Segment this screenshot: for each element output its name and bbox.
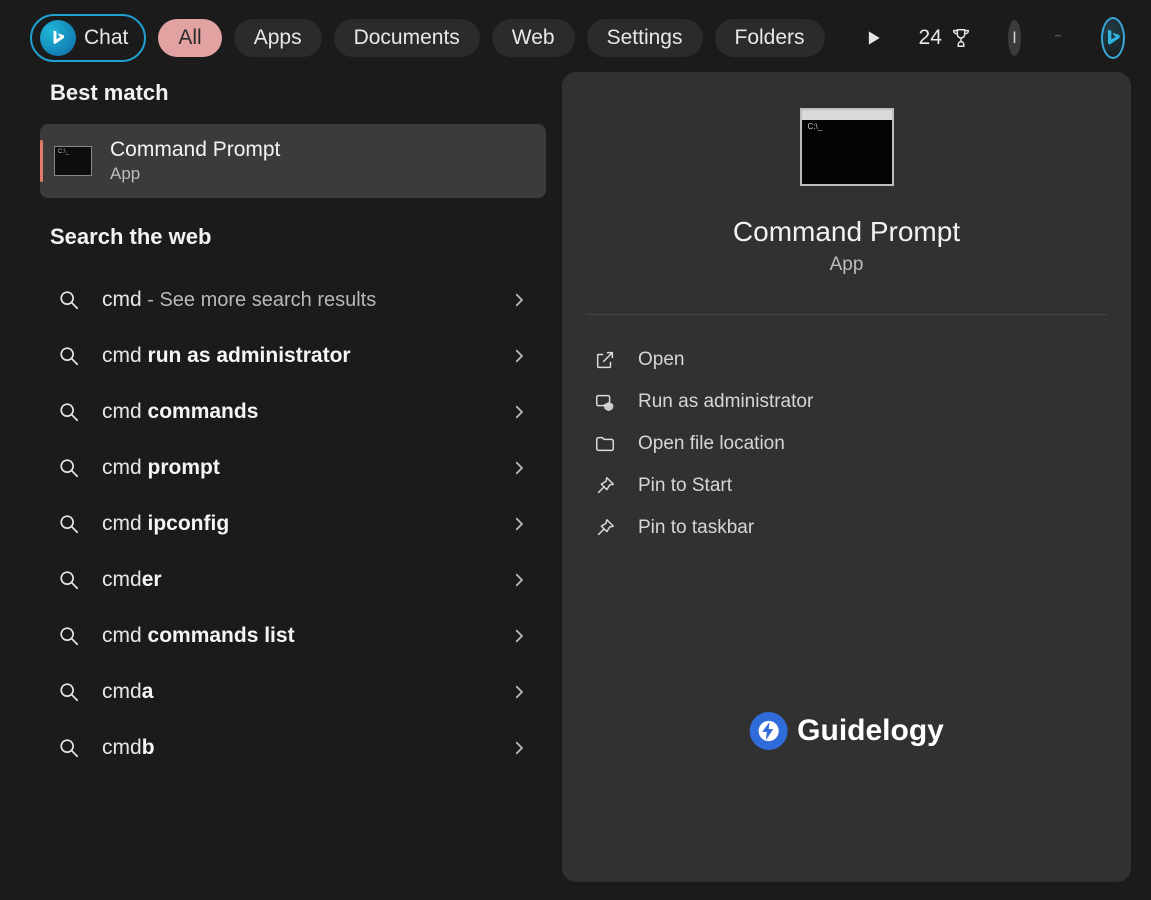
preview-app-icon: C:\_ (800, 108, 894, 186)
search-icon (58, 289, 80, 311)
play-icon[interactable] (863, 26, 883, 50)
bing-chat-button[interactable] (1101, 17, 1125, 59)
lightning-icon (749, 712, 787, 750)
web-result[interactable]: cmdb (36, 720, 546, 776)
tab-web[interactable]: Web (492, 19, 575, 56)
web-result[interactable]: cmd commands (36, 384, 546, 440)
chevron-right-icon (510, 347, 528, 365)
chevron-right-icon (510, 739, 528, 757)
cmd-icon: C:\_ (54, 146, 92, 176)
user-avatar[interactable]: I (1008, 20, 1021, 56)
tab-apps[interactable]: Apps (234, 19, 322, 56)
action-open-file-location[interactable]: Open file location (586, 423, 1107, 465)
search-icon (58, 625, 80, 647)
web-result-label: cmd commands list (102, 624, 488, 648)
rewards-indicator[interactable]: 24 (919, 26, 972, 50)
chevron-right-icon (510, 627, 528, 645)
best-match-title: Command Prompt (110, 138, 280, 162)
chevron-right-icon (510, 571, 528, 589)
action-label: Open file location (638, 433, 785, 455)
web-result[interactable]: cmd prompt (36, 440, 546, 496)
pin-icon (594, 475, 616, 497)
tab-chat[interactable]: Chat (30, 14, 146, 62)
tab-all[interactable]: All (158, 19, 221, 56)
action-run-as-administrator[interactable]: Run as administrator (586, 381, 1107, 423)
search-icon (58, 681, 80, 703)
search-icon (58, 737, 80, 759)
preview-subtitle: App (586, 254, 1107, 276)
section-best-match: Best match (50, 80, 532, 106)
chevron-right-icon (510, 291, 528, 309)
search-icon (58, 457, 80, 479)
action-label: Open (638, 349, 684, 371)
trophy-icon (950, 27, 972, 49)
web-result[interactable]: cmder (36, 552, 546, 608)
admin-icon (594, 391, 616, 413)
web-result[interactable]: cmd ipconfig (36, 496, 546, 552)
web-result-label: cmd run as administrator (102, 344, 488, 368)
web-result[interactable]: cmd commands list (36, 608, 546, 664)
tab-documents[interactable]: Documents (334, 19, 480, 56)
web-result[interactable]: cmd run as administrator (36, 328, 546, 384)
web-result-label: cmd commands (102, 400, 488, 424)
chevron-right-icon (510, 459, 528, 477)
divider (586, 314, 1107, 315)
preview-panel: C:\_ Command Prompt App Open Run as admin… (562, 72, 1131, 882)
action-pin-to-start[interactable]: Pin to Start (586, 465, 1107, 507)
watermark: Guidelogy (749, 712, 944, 750)
chevron-right-icon (510, 515, 528, 533)
more-button[interactable] (1047, 20, 1069, 56)
web-result[interactable]: cmd - See more search results (36, 272, 546, 328)
rewards-points: 24 (919, 26, 942, 50)
web-result-label: cmder (102, 568, 488, 592)
web-result-label: cmd - See more search results (102, 288, 488, 312)
pin-icon (594, 517, 616, 539)
bing-icon (40, 20, 76, 56)
top-tab-bar: Chat All Apps Documents Web Settings Fol… (0, 0, 1151, 72)
chevron-right-icon (510, 403, 528, 421)
web-result-label: cmdb (102, 736, 488, 760)
folder-icon (594, 433, 616, 455)
action-pin-to-taskbar[interactable]: Pin to taskbar (586, 507, 1107, 549)
action-label: Pin to Start (638, 475, 732, 497)
bing-icon (1103, 28, 1123, 48)
web-result-label: cmda (102, 680, 488, 704)
web-results-list: cmd - See more search results cmd run as … (36, 272, 546, 776)
action-label: Pin to taskbar (638, 517, 754, 539)
ellipsis-icon (1047, 35, 1069, 41)
search-icon (58, 569, 80, 591)
web-result-label: cmd ipconfig (102, 512, 488, 536)
actions-list: Open Run as administrator Open file locati… (586, 339, 1107, 549)
preview-title: Command Prompt (586, 216, 1107, 248)
chevron-right-icon (510, 683, 528, 701)
best-match-subtitle: App (110, 164, 280, 184)
section-search-web: Search the web (50, 224, 532, 250)
web-result[interactable]: cmda (36, 664, 546, 720)
tab-folders[interactable]: Folders (715, 19, 825, 56)
action-label: Run as administrator (638, 391, 813, 413)
best-match-result[interactable]: C:\_ Command Prompt App (40, 124, 546, 198)
search-icon (58, 345, 80, 367)
search-icon (58, 513, 80, 535)
tab-chat-label: Chat (84, 25, 128, 50)
results-column: Best match C:\_ Command Prompt App Searc… (36, 72, 546, 882)
search-icon (58, 401, 80, 423)
tab-settings[interactable]: Settings (587, 19, 703, 56)
action-open[interactable]: Open (586, 339, 1107, 381)
open-icon (594, 349, 616, 371)
web-result-label: cmd prompt (102, 456, 488, 480)
